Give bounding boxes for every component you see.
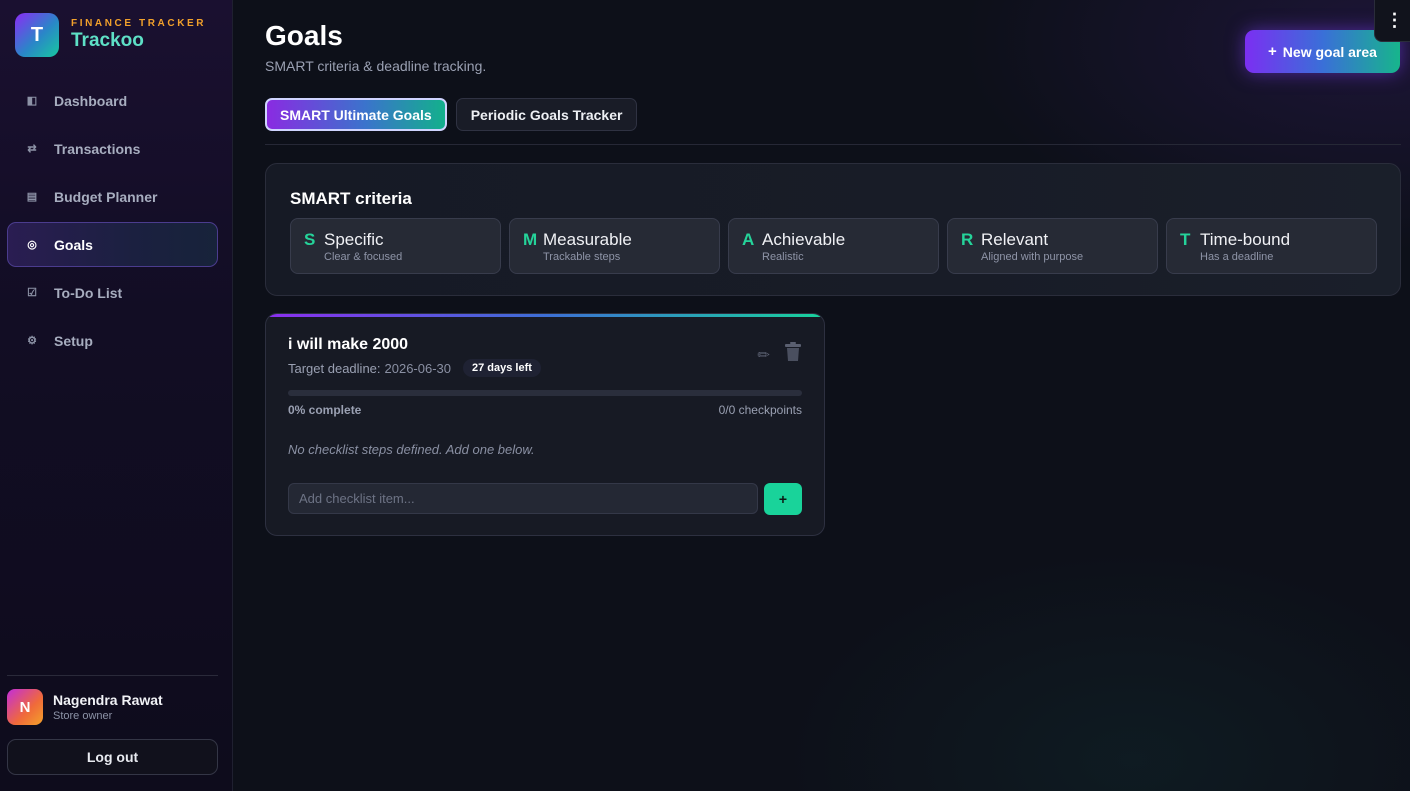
sidebar-item-goals[interactable]: ◎ Goals [7,222,218,267]
criterion-specific: S Specific Clear & focused [290,218,501,274]
kebab-menu-icon: ⋮ [1385,10,1404,30]
sidebar-item-label: Setup [54,332,93,349]
smart-criteria-title: SMART criteria [290,189,412,208]
criterion-letter: T [1180,230,1191,249]
criterion-name: Relevant [981,230,1049,249]
add-checklist-item-button[interactable]: + [764,483,802,515]
sidebar: T FINANCE TRACKER Trackoo ◧ Dashboard ⇄ … [0,0,233,791]
sidebar-item-label: Goals [54,236,93,253]
dashboard-icon: ◧ [26,95,38,107]
target-icon: ◎ [27,239,37,251]
transfer-arrows-icon: ⇄ [27,143,37,155]
avatar: N [7,689,43,725]
smart-criteria-list: S Specific Clear & focused M Measurable … [290,218,1385,274]
new-goal-area-label: New goal area [1282,43,1377,60]
smart-criteria-card: SMART criteria S Specific Clear & focuse… [265,163,1401,296]
brand-tagline: FINANCE TRACKER [71,18,207,29]
ledger-icon: ▤ [26,191,38,203]
tabs-divider [265,144,1401,145]
deadline-label: Target deadline: [288,360,381,376]
sidebar-item-budget-planner[interactable]: ▤ Budget Planner [7,174,218,219]
goal-tabs: SMART Ultimate Goals Periodic Goals Trac… [265,98,646,131]
criterion-letter: A [742,230,755,249]
criterion-measurable: M Measurable Trackable steps [509,218,720,274]
empty-checklist-message: No checklist steps defined. Add one belo… [288,442,535,457]
main-content: Goals SMART criteria & deadline tracking… [233,0,1410,791]
goal-progress-bar [288,390,802,396]
plus-icon: + [1268,43,1277,60]
brand-name: Trackoo [71,30,144,51]
criterion-name: Time-bound [1200,230,1291,249]
criterion-description: Aligned with purpose [981,251,1084,263]
progress-percent-label: 0% complete [288,403,362,417]
page-title: Goals [265,20,343,51]
goal-title: i will make 2000 [288,336,409,353]
sidebar-item-label: Budget Planner [54,188,158,205]
goal-card: i will make 2000 Target deadline: 2026-0… [265,313,825,536]
brand-logo: T [15,13,59,57]
criterion-description: Has a deadline [1200,251,1274,263]
more-menu-button[interactable]: ⋮ [1374,0,1410,42]
gear-icon: ⚙ [27,335,37,347]
sidebar-item-todo-list[interactable]: ☑ To-Do List [7,270,218,315]
sidebar-item-setup[interactable]: ⚙ Setup [7,318,218,363]
user-profile[interactable]: N Nagendra Rawat Store owner [7,689,163,725]
sidebar-item-label: Transactions [54,140,141,157]
criterion-letter: M [523,230,538,249]
criterion-time-bound: T Time-bound Has a deadline [1166,218,1377,274]
goal-actions: ✏ [757,342,802,367]
sidebar-item-label: Dashboard [54,92,128,109]
criterion-name: Specific [324,230,384,249]
sidebar-nav: ◧ Dashboard ⇄ Transactions ▤ Budget Plan… [7,78,218,366]
user-role: Store owner [53,710,113,722]
days-left-badge: 27 days left [463,359,541,377]
deadline-date: 2026-06-30 [384,360,452,376]
trash-icon[interactable] [784,342,802,367]
criterion-relevant: R Relevant Aligned with purpose [947,218,1158,274]
tab-periodic-goals-tracker[interactable]: Periodic Goals Tracker [455,98,638,131]
sidebar-item-label: To-Do List [54,284,123,301]
checkbox-icon: ☑ [27,287,37,299]
criterion-letter: R [961,230,974,249]
checkpoints-count: 0/0 checkpoints [718,403,802,417]
criterion-letter: S [304,230,316,249]
criterion-name: Measurable [543,230,632,249]
user-name: Nagendra Rawat [53,692,163,708]
criterion-achievable: A Achievable Realistic [728,218,939,274]
goal-card-accent-bar [266,314,824,317]
criterion-description: Realistic [762,251,804,263]
logout-button[interactable]: Log out [7,739,218,775]
criterion-description: Trackable steps [543,251,621,263]
sidebar-item-transactions[interactable]: ⇄ Transactions [7,126,218,171]
sidebar-item-dashboard[interactable]: ◧ Dashboard [7,78,218,123]
goal-deadline: Target deadline: 2026-06-30 27 days left [288,359,541,377]
pencil-icon[interactable]: ✏ [757,346,770,364]
page-subtitle: SMART criteria & deadline tracking. [265,58,487,74]
criterion-description: Clear & focused [324,251,403,263]
tab-smart-ultimate-goals[interactable]: SMART Ultimate Goals [265,98,447,131]
sidebar-divider [7,675,218,676]
checklist-item-input[interactable] [288,483,758,514]
user-text: Nagendra Rawat Store owner [53,692,163,722]
app-root: T FINANCE TRACKER Trackoo ◧ Dashboard ⇄ … [0,0,1410,791]
brand[interactable]: T FINANCE TRACKER Trackoo [15,13,206,57]
criterion-name: Achievable [762,230,846,249]
trash-icon-svg [785,342,801,361]
brand-text: FINANCE TRACKER Trackoo [71,18,206,52]
